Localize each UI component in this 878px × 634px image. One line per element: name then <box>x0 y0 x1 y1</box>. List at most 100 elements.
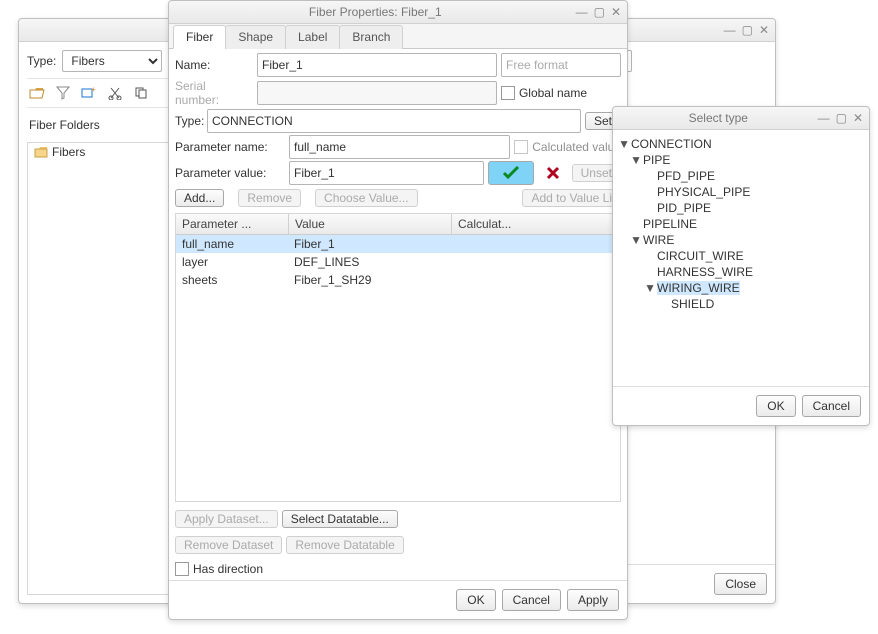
fiber-titlebar[interactable]: Fiber Properties: Fiber_1 — ▢ ✕ <box>169 1 627 24</box>
tab-branch[interactable]: Branch <box>339 25 403 49</box>
apply-dataset-button[interactable]: Apply Dataset... <box>175 510 278 528</box>
global-name-check[interactable]: Global name <box>501 86 587 100</box>
name-label: Name: <box>175 58 253 72</box>
copy-icon[interactable] <box>131 83 151 103</box>
node-harness-wire[interactable]: HARNESS_WIRE <box>617 264 865 280</box>
select-cancel-button[interactable]: Cancel <box>802 395 861 417</box>
select-min-icon[interactable]: — <box>818 111 830 125</box>
parameter-table[interactable]: Parameter ... Value Calculat... full_nam… <box>175 213 621 502</box>
cell-calc <box>450 271 620 289</box>
remove-dataset-button[interactable]: Remove Dataset <box>175 536 282 554</box>
cell-calc <box>450 253 620 271</box>
chevron-down-icon[interactable]: ▼ <box>631 233 641 247</box>
checkbox-icon <box>514 140 528 154</box>
select-ok-button[interactable]: OK <box>756 395 795 417</box>
fiber-tabs: Fiber Shape Label Branch <box>169 24 627 49</box>
fiber-title: Fiber Properties: Fiber_1 <box>175 5 576 19</box>
serial-label: Serial number: <box>175 79 253 107</box>
cancel-button[interactable]: Cancel <box>502 589 561 611</box>
th-calc[interactable]: Calculat... <box>452 214 620 234</box>
cell-value: Fiber_1 <box>288 235 450 253</box>
checkbox-icon[interactable] <box>501 86 515 100</box>
node-circuit-wire[interactable]: CIRCUIT_WIRE <box>617 248 865 264</box>
type-input[interactable] <box>207 109 581 133</box>
apply-button[interactable]: Apply <box>567 589 619 611</box>
node-physical-pipe[interactable]: PHYSICAL_PIPE <box>617 184 865 200</box>
select-close-icon[interactable]: ✕ <box>853 111 863 125</box>
global-name-label: Global name <box>519 86 587 100</box>
cell-name: sheets <box>176 271 288 289</box>
name-input[interactable] <box>257 53 497 77</box>
select-type-dialog: Select type — ▢ ✕ ▼CONNECTION ▼PIPE PFD_… <box>612 106 870 426</box>
right-close-button[interactable]: Close <box>714 573 767 595</box>
x-icon <box>546 166 560 180</box>
confirm-button[interactable] <box>488 161 534 185</box>
param-name-input[interactable] <box>289 135 510 159</box>
param-value-input[interactable] <box>289 161 484 185</box>
tab-label[interactable]: Label <box>285 25 340 49</box>
cell-name: full_name <box>176 235 288 253</box>
cell-name: layer <box>176 253 288 271</box>
fiber-max-icon[interactable]: ▢ <box>594 5 605 19</box>
choose-value-button[interactable]: Choose Value... <box>315 189 418 207</box>
fiber-min-icon[interactable]: — <box>576 5 588 19</box>
cell-value: DEF_LINES <box>288 253 450 271</box>
has-direction-check[interactable]: Has direction <box>175 562 263 576</box>
fiber-properties-dialog: Fiber Properties: Fiber_1 — ▢ ✕ Fiber Sh… <box>168 0 628 620</box>
calc-value-label: Calculated value <box>532 140 621 154</box>
type-tree[interactable]: ▼CONNECTION ▼PIPE PFD_PIPE PHYSICAL_PIPE… <box>617 136 865 312</box>
reject-button[interactable] <box>538 162 568 184</box>
table-row[interactable]: sheetsFiber_1_SH29 <box>176 271 620 289</box>
node-wiring-wire[interactable]: ▼WIRING_WIRE <box>617 280 865 296</box>
chevron-down-icon[interactable]: ▼ <box>645 281 655 295</box>
add-button[interactable]: Add... <box>175 189 224 207</box>
funnel-icon[interactable] <box>53 83 73 103</box>
tab-fiber[interactable]: Fiber <box>173 25 226 49</box>
add-to-value-list-button[interactable]: Add to Value Li <box>522 189 621 207</box>
node-shield[interactable]: SHIELD <box>617 296 865 312</box>
right-max-icon[interactable]: ▢ <box>742 23 753 37</box>
tree-root-label: Fibers <box>52 145 85 159</box>
checkbox-icon[interactable] <box>175 562 189 576</box>
fiber-close-icon[interactable]: ✕ <box>611 5 621 19</box>
cell-calc <box>450 235 620 253</box>
add-item-icon[interactable]: + <box>79 83 99 103</box>
select-max-icon[interactable]: ▢ <box>836 111 847 125</box>
bg-type-label: Type: <box>27 54 56 68</box>
cell-value: Fiber_1_SH29 <box>288 271 450 289</box>
tab-shape[interactable]: Shape <box>225 25 286 49</box>
remove-datatable-button[interactable]: Remove Datatable <box>286 536 403 554</box>
cut-icon[interactable] <box>105 83 125 103</box>
has-direction-label: Has direction <box>193 562 263 576</box>
param-value-label: Parameter value: <box>175 166 285 180</box>
calc-value-check: Calculated value <box>514 140 621 154</box>
th-value[interactable]: Value <box>289 214 452 234</box>
check-icon <box>502 166 520 180</box>
folder-open-icon[interactable] <box>27 83 47 103</box>
node-pfd-pipe[interactable]: PFD_PIPE <box>617 168 865 184</box>
right-min-icon[interactable]: — <box>724 23 736 37</box>
node-connection[interactable]: ▼CONNECTION <box>617 136 865 152</box>
table-row[interactable]: full_nameFiber_1 <box>176 235 620 253</box>
select-titlebar[interactable]: Select type — ▢ ✕ <box>613 107 869 130</box>
th-parameter[interactable]: Parameter ... <box>176 214 289 234</box>
remove-button[interactable]: Remove <box>238 189 301 207</box>
table-header: Parameter ... Value Calculat... <box>176 214 620 235</box>
format-input <box>501 53 621 77</box>
svg-text:+: + <box>91 86 96 94</box>
chevron-down-icon[interactable]: ▼ <box>631 153 641 167</box>
node-pid-pipe[interactable]: PID_PIPE <box>617 200 865 216</box>
type-label: Type: <box>175 114 203 128</box>
right-close-icon[interactable]: ✕ <box>759 23 769 37</box>
node-pipeline[interactable]: PIPELINE <box>617 216 865 232</box>
chevron-down-icon[interactable]: ▼ <box>619 137 629 151</box>
select-datatable-button[interactable]: Select Datatable... <box>282 510 398 528</box>
select-title: Select type <box>619 111 818 125</box>
ok-button[interactable]: OK <box>456 589 495 611</box>
node-pipe[interactable]: ▼PIPE <box>617 152 865 168</box>
folder-icon <box>34 146 48 158</box>
node-wire[interactable]: ▼WIRE <box>617 232 865 248</box>
bg-type-select[interactable]: Fibers <box>62 50 162 72</box>
table-row[interactable]: layerDEF_LINES <box>176 253 620 271</box>
param-name-label: Parameter name: <box>175 140 285 154</box>
